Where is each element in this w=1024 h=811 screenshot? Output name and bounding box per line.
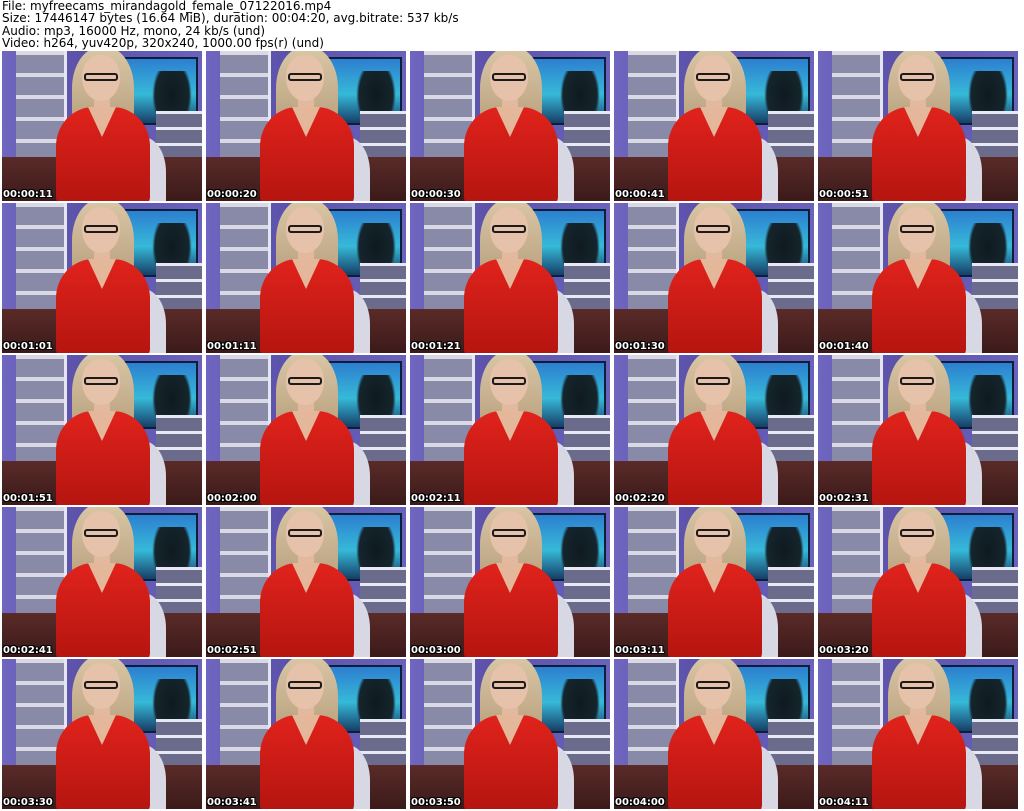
size-duration-line: Size: 17446147 bytes (16.64 MiB), durati… (2, 11, 459, 26)
video-thumbnail: 00:00:51 (818, 51, 1018, 201)
thumbnail-timestamp: 00:02:31 (819, 493, 869, 504)
thumbnail-timestamp: 00:02:51 (207, 645, 257, 656)
video-thumbnail: 00:00:41 (614, 51, 814, 201)
file-info-header: File: myfreecams_mirandagold_female_0712… (2, 0, 1022, 50)
thumbnail-timestamp: 00:01:30 (615, 341, 665, 352)
thumbnail-image (614, 659, 814, 809)
thumbnail-image (614, 355, 814, 505)
video-thumbnail: 00:04:11 (818, 659, 1018, 809)
video-thumbnail: 00:03:11 (614, 507, 814, 657)
thumbnail-image (614, 203, 814, 353)
thumbnail-timestamp: 00:01:01 (3, 341, 53, 352)
thumbnail-image (614, 51, 814, 201)
video-thumbnail: 00:01:01 (2, 203, 202, 353)
video-thumbnail: 00:00:11 (2, 51, 202, 201)
thumbnail-image (410, 659, 610, 809)
video-thumbnail: 00:02:11 (410, 355, 610, 505)
thumbnail-image (818, 203, 1018, 353)
thumbnail-image (2, 659, 202, 809)
video-thumbnail: 00:04:00 (614, 659, 814, 809)
thumbnail-timestamp: 00:04:11 (819, 797, 869, 808)
thumbnail-timestamp: 00:03:11 (615, 645, 665, 656)
video-thumbnail: 00:02:20 (614, 355, 814, 505)
thumbnail-timestamp: 00:00:41 (615, 189, 665, 200)
thumbnail-image (206, 203, 406, 353)
thumbnail-timestamp: 00:01:40 (819, 341, 869, 352)
thumbnail-image (206, 355, 406, 505)
video-thumbnail: 00:01:51 (2, 355, 202, 505)
thumbnail-timestamp: 00:02:20 (615, 493, 665, 504)
thumbnail-timestamp: 00:02:41 (3, 645, 53, 656)
thumbnail-timestamp: 00:03:00 (411, 645, 461, 656)
thumbnail-timestamp: 00:01:51 (3, 493, 53, 504)
thumbnail-image (2, 51, 202, 201)
thumbnail-image (410, 51, 610, 201)
video-thumbnail: 00:03:20 (818, 507, 1018, 657)
thumbnail-timestamp: 00:03:20 (819, 645, 869, 656)
video-thumbnail: 00:00:30 (410, 51, 610, 201)
thumbnail-image (818, 507, 1018, 657)
video-thumbnail: 00:02:31 (818, 355, 1018, 505)
thumbnail-image (2, 355, 202, 505)
thumbnail-image (206, 51, 406, 201)
video-thumbnail: 00:01:21 (410, 203, 610, 353)
video-thumbnail: 00:00:20 (206, 51, 406, 201)
thumbnail-image (410, 203, 610, 353)
thumbnail-timestamp: 00:03:50 (411, 797, 461, 808)
video-thumbnail: 00:03:30 (2, 659, 202, 809)
thumbnail-timestamp: 00:00:11 (3, 189, 53, 200)
thumbnail-image (2, 507, 202, 657)
video-info-line: Video: h264, yuv420p, 320x240, 1000.00 f… (2, 36, 324, 51)
thumbnail-image (410, 507, 610, 657)
thumbnail-image (410, 355, 610, 505)
thumbnail-timestamp: 00:02:11 (411, 493, 461, 504)
video-thumbnail: 00:03:41 (206, 659, 406, 809)
thumbnail-timestamp: 00:03:41 (207, 797, 257, 808)
thumbnail-image (818, 659, 1018, 809)
thumbnail-timestamp: 00:00:20 (207, 189, 257, 200)
thumbnail-timestamp: 00:01:11 (207, 341, 257, 352)
video-thumbnail: 00:02:00 (206, 355, 406, 505)
video-thumbnail: 00:01:11 (206, 203, 406, 353)
thumbnail-timestamp: 00:00:51 (819, 189, 869, 200)
thumbnail-timestamp: 00:03:30 (3, 797, 53, 808)
video-thumbnail: 00:03:00 (410, 507, 610, 657)
video-thumbnail: 00:02:41 (2, 507, 202, 657)
thumbnail-image (614, 507, 814, 657)
thumbnail-grid: 00:00:11 00:00:20 00:00:30 00:00:41 00:00:51… (2, 51, 1022, 810)
thumbnail-timestamp: 00:02:00 (207, 493, 257, 504)
video-thumbnail: 00:03:50 (410, 659, 610, 809)
thumbnail-image (818, 355, 1018, 505)
video-thumbnail: 00:01:40 (818, 203, 1018, 353)
thumbnail-image (206, 659, 406, 809)
thumbnail-image (2, 203, 202, 353)
video-thumbnail: 00:01:30 (614, 203, 814, 353)
thumbnail-timestamp: 00:01:21 (411, 341, 461, 352)
video-thumbnail: 00:02:51 (206, 507, 406, 657)
thumbnail-image (818, 51, 1018, 201)
thumbnail-image (206, 507, 406, 657)
thumbnail-timestamp: 00:00:30 (411, 189, 461, 200)
thumbnail-timestamp: 00:04:00 (615, 797, 665, 808)
